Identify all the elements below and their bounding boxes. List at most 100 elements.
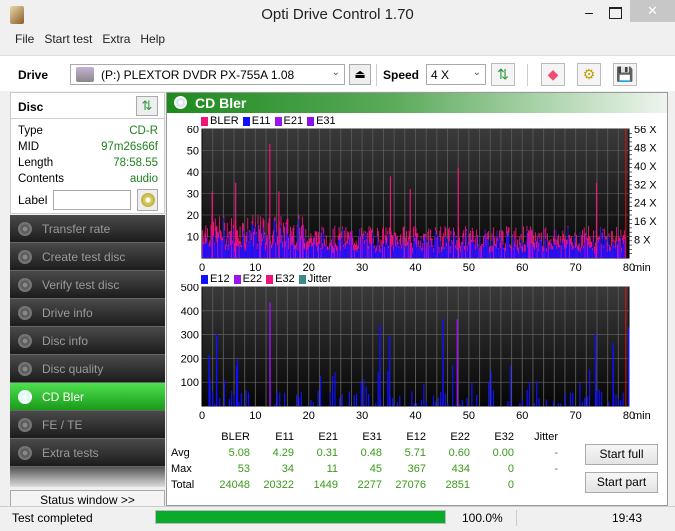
e11-bar — [471, 242, 473, 258]
e12-bar — [526, 389, 528, 406]
e11-bar — [512, 248, 514, 258]
e11-bar — [252, 224, 254, 258]
nav-cd-bler[interactable]: CD Bler — [10, 383, 165, 411]
e11-bar — [493, 233, 495, 258]
e12-bar — [377, 372, 379, 406]
e12-peak — [208, 354, 210, 406]
e11-bar — [465, 230, 467, 258]
e12-peak — [594, 333, 597, 406]
drive-select[interactable]: (P:) PLEXTOR DVDR PX-755A 1.08 ⌄ — [70, 64, 345, 85]
menu-help[interactable]: Help — [135, 30, 170, 50]
start-part-button[interactable]: Start part — [585, 472, 658, 493]
e11-bar — [599, 239, 601, 258]
e11-bar — [266, 244, 267, 258]
nav-fe-te[interactable]: FE / TE — [10, 411, 165, 439]
e11-bar — [284, 247, 286, 258]
disc-length-row: Length 78:58.55 — [11, 155, 164, 171]
e11-bar — [330, 245, 331, 258]
disc-label-label: Label — [18, 193, 48, 207]
stats-col-header: E21 — [318, 431, 338, 443]
e11-bar — [434, 239, 436, 258]
e11-bar — [561, 239, 563, 258]
e11-bar — [528, 243, 530, 258]
e11-bar — [310, 242, 312, 258]
disc-label-input[interactable] — [53, 190, 132, 210]
e11-bar — [483, 238, 485, 258]
save-button[interactable]: 💾 — [613, 63, 637, 86]
legend-swatch — [201, 274, 208, 284]
e11-bar — [328, 248, 330, 258]
e12-bar — [276, 392, 278, 406]
nav-disc-quality[interactable]: Disc quality — [10, 355, 165, 383]
e11-bar — [432, 247, 434, 258]
e11-bar — [374, 246, 376, 258]
drive-info-icon — [18, 305, 32, 320]
minimize-button[interactable]: ‒ — [578, 4, 600, 24]
e11-bar — [238, 249, 240, 258]
e11-bar — [309, 243, 311, 258]
disc-refresh-button[interactable]: ⇅ — [136, 96, 158, 116]
e11-bar — [555, 230, 557, 258]
e11-bar — [206, 241, 208, 258]
e11-bar — [255, 233, 257, 258]
speed-select[interactable]: 4 X ⌄ — [426, 64, 486, 85]
menu-start-test[interactable]: Start test — [39, 30, 97, 50]
legend-swatch — [307, 116, 315, 126]
menu-file[interactable]: File — [10, 30, 39, 50]
e11-bar — [519, 248, 521, 258]
e11-bar — [540, 240, 542, 258]
e12-bar — [339, 398, 341, 406]
close-button[interactable]: ✕ — [630, 0, 675, 22]
e12-bar — [413, 403, 415, 406]
nav-disc-info[interactable]: Disc info — [10, 327, 165, 355]
e12-bar — [365, 386, 367, 406]
e11-bar — [219, 239, 221, 258]
e11-bar — [229, 233, 231, 258]
e12-bar — [461, 399, 463, 406]
erase-button[interactable]: ◆ — [541, 63, 565, 86]
e12-bar — [596, 391, 598, 406]
e11-bar — [319, 249, 321, 258]
e11-bar — [382, 242, 384, 258]
stats-row-max: Max 53 34 11 45 367 434 0 - — [171, 461, 558, 477]
eject-button[interactable]: ⏏ — [349, 64, 371, 85]
e12-bar — [298, 397, 300, 406]
start-full-button[interactable]: Start full — [585, 444, 658, 465]
bler-chart: 1020304050600 10 20 30 40 50 60 70 80min8 X16 X2… — [187, 126, 658, 274]
e11-bar — [535, 247, 537, 258]
progress-fill — [156, 511, 445, 523]
e11-bar — [534, 249, 536, 258]
maximize-button[interactable] — [604, 4, 626, 24]
e11-bar — [246, 241, 248, 258]
e11-bar — [495, 248, 497, 258]
e11-bar — [257, 224, 259, 258]
disc-label-button[interactable] — [137, 189, 158, 211]
nav-drive-info[interactable]: Drive info — [10, 299, 165, 327]
e22-peak — [456, 319, 459, 406]
menu-extra[interactable]: Extra — [97, 30, 135, 50]
nav-extra-tests[interactable]: Extra tests — [10, 439, 165, 467]
disc-contents-value: audio — [129, 173, 158, 185]
e11-bar — [516, 245, 518, 258]
refresh-speed-button[interactable]: ⇅ — [491, 63, 515, 86]
e12-bar — [411, 391, 413, 406]
e11-bar — [303, 248, 305, 258]
e11-bar — [580, 252, 582, 258]
e11-bar — [569, 241, 571, 258]
e11-bar — [424, 234, 425, 258]
e11-bar — [451, 241, 453, 258]
e11-bar — [582, 245, 583, 258]
nav-create-test-disc[interactable]: Create test disc — [10, 243, 165, 271]
e11-bar — [411, 246, 413, 258]
e11-bar — [507, 235, 509, 258]
e12-bar — [471, 383, 473, 406]
disc-length-value: 78:58.55 — [113, 157, 158, 169]
e11-bar — [459, 252, 461, 258]
e11-bar — [549, 249, 551, 258]
nav-verify-test-disc[interactable]: Verify test disc — [10, 271, 165, 299]
e11-bar — [345, 245, 347, 258]
x-tick-label: 30 — [356, 410, 368, 422]
settings-button[interactable]: ⚙ — [577, 63, 601, 86]
nav-transfer-rate[interactable]: Transfer rate — [10, 215, 165, 243]
e11-bar — [395, 245, 396, 258]
